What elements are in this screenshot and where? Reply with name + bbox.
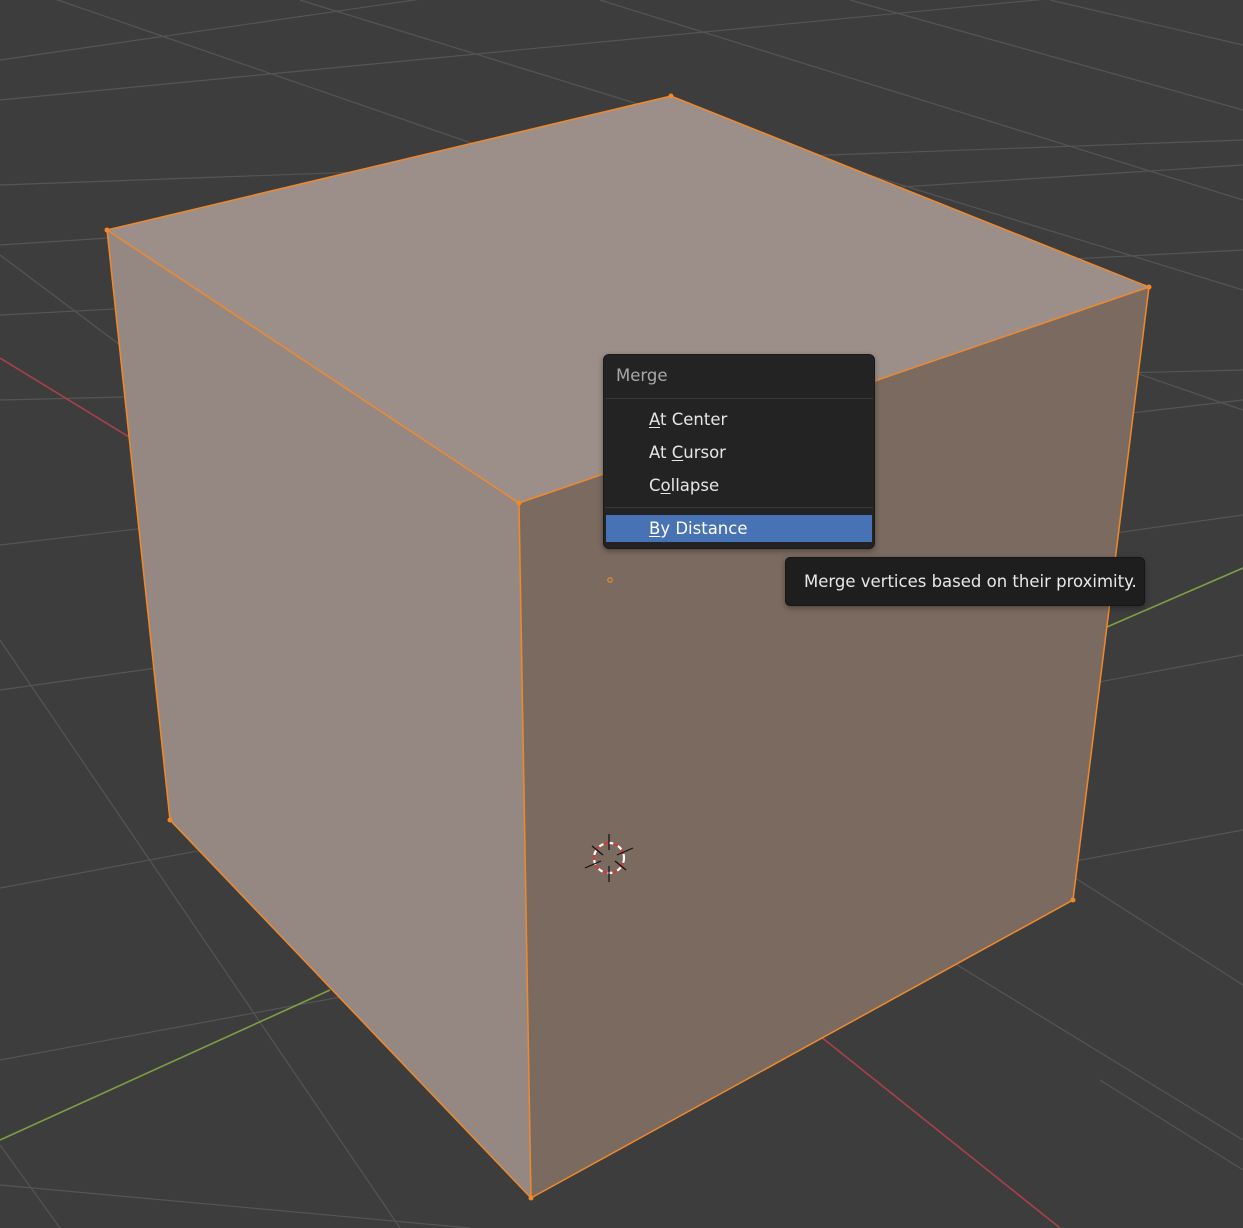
menu-item-label: ursor [683, 443, 726, 462]
menu-separator [605, 507, 873, 508]
y-axis-line [0, 989, 331, 1141]
menu-item-at-cursor[interactable]: At Cursor [606, 439, 872, 466]
vertex-dot-icon [167, 817, 173, 823]
menu-item-hotkey: C [671, 443, 684, 462]
menu-item-label-pre: C [649, 476, 661, 495]
menu-item-label: t Center [660, 410, 728, 429]
menu-item-label-pre: At [649, 443, 672, 462]
menu-item-hotkey: o [660, 476, 671, 495]
merge-menu: Merge At Center At Cursor Collapse By Di… [603, 354, 875, 549]
menu-item-label: llapse [670, 476, 720, 495]
vertex-dot-icon [516, 500, 522, 506]
viewport-scene [0, 0, 1243, 1228]
vertex-dot-icon [668, 93, 674, 99]
vertex-dot-icon [1146, 284, 1152, 290]
menu-item-by-distance[interactable]: By Distance [606, 515, 872, 542]
vertex-dot-icon [528, 1195, 534, 1201]
3d-viewport[interactable] [0, 0, 1243, 1228]
menu-item-collapse[interactable]: Collapse [606, 472, 872, 499]
cube-mesh[interactable] [104, 93, 1152, 1201]
menu-item-hotkey: A [649, 410, 660, 429]
menu-item-at-center[interactable]: At Center [606, 406, 872, 433]
menu-item-hotkey: B [649, 519, 661, 538]
vertex-dot-icon [1070, 897, 1076, 903]
menu-title: Merge [616, 366, 668, 385]
tooltip: Merge vertices based on their proximity. [785, 557, 1145, 606]
tooltip-text: Merge vertices based on their proximity. [804, 572, 1137, 591]
vertex-dot-icon [104, 227, 110, 233]
menu-separator [605, 398, 873, 399]
menu-item-label: y Distance [660, 519, 748, 538]
x-axis-line-lower [799, 1019, 1061, 1228]
